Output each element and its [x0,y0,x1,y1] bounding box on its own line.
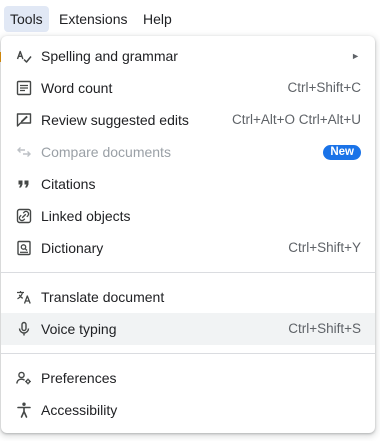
translate-icon [15,288,33,306]
shortcut-hint: Ctrl+Shift+S [288,321,361,336]
menu-item-label: Linked objects [41,208,131,224]
menu-item-spelling-and-grammar[interactable]: Spelling and grammar ► [1,40,375,72]
tools-dropdown-menu: Spelling and grammar ► Word count Ctrl+S… [1,36,375,433]
menu-tools[interactable]: Tools [4,6,49,32]
menu-item-label: Voice typing [41,321,117,337]
spellcheck-icon [15,47,33,65]
menu-item-review-suggested-edits[interactable]: Review suggested edits Ctrl+Alt+O Ctrl+A… [1,104,375,136]
shortcut-hint: Ctrl+Shift+C [287,80,361,95]
menu-separator [1,353,375,354]
menu-item-label: Accessibility [41,402,118,418]
compare-icon [15,143,33,161]
menu-item-label: Spelling and grammar [41,48,178,64]
new-badge: New [323,145,361,160]
link-icon [15,207,33,225]
menu-item-compare-documents[interactable]: Compare documents New [1,136,375,168]
menu-separator [1,272,375,273]
menu-help[interactable]: Help [137,6,178,32]
menu-item-label: Citations [41,176,96,192]
menu-item-label: Word count [41,80,113,96]
microphone-icon [15,320,33,338]
preferences-icon [15,369,33,387]
menu-item-label: Preferences [41,370,117,386]
menu-extensions[interactable]: Extensions [53,6,133,32]
menu-item-word-count[interactable]: Word count Ctrl+Shift+C [1,72,375,104]
menu-item-label: Compare documents [41,144,171,160]
accessibility-icon [15,401,33,419]
menu-item-voice-typing[interactable]: Voice typing Ctrl+Shift+S [1,313,375,345]
menu-item-label: Dictionary [41,240,104,256]
word-count-icon [15,79,33,97]
menu-item-linked-objects[interactable]: Linked objects [1,200,375,232]
menu-item-accessibility[interactable]: Accessibility [1,394,375,426]
dictionary-icon [15,239,33,257]
shortcut-hint: Ctrl+Alt+O Ctrl+Alt+U [231,112,361,127]
shortcut-hint: Ctrl+Shift+Y [288,240,361,255]
menu-bar: Tools Extensions Help [0,0,380,38]
menu-item-preferences[interactable]: Preferences [1,362,375,394]
menu-item-translate-document[interactable]: Translate document [1,281,375,313]
menu-item-label: Translate document [41,289,165,305]
menu-item-citations[interactable]: Citations [1,168,375,200]
submenu-arrow-icon: ► [351,51,360,61]
review-edits-icon [15,111,33,129]
quote-icon [15,175,33,193]
menu-item-label: Review suggested edits [41,112,189,128]
menu-item-dictionary[interactable]: Dictionary Ctrl+Shift+Y [1,232,375,264]
